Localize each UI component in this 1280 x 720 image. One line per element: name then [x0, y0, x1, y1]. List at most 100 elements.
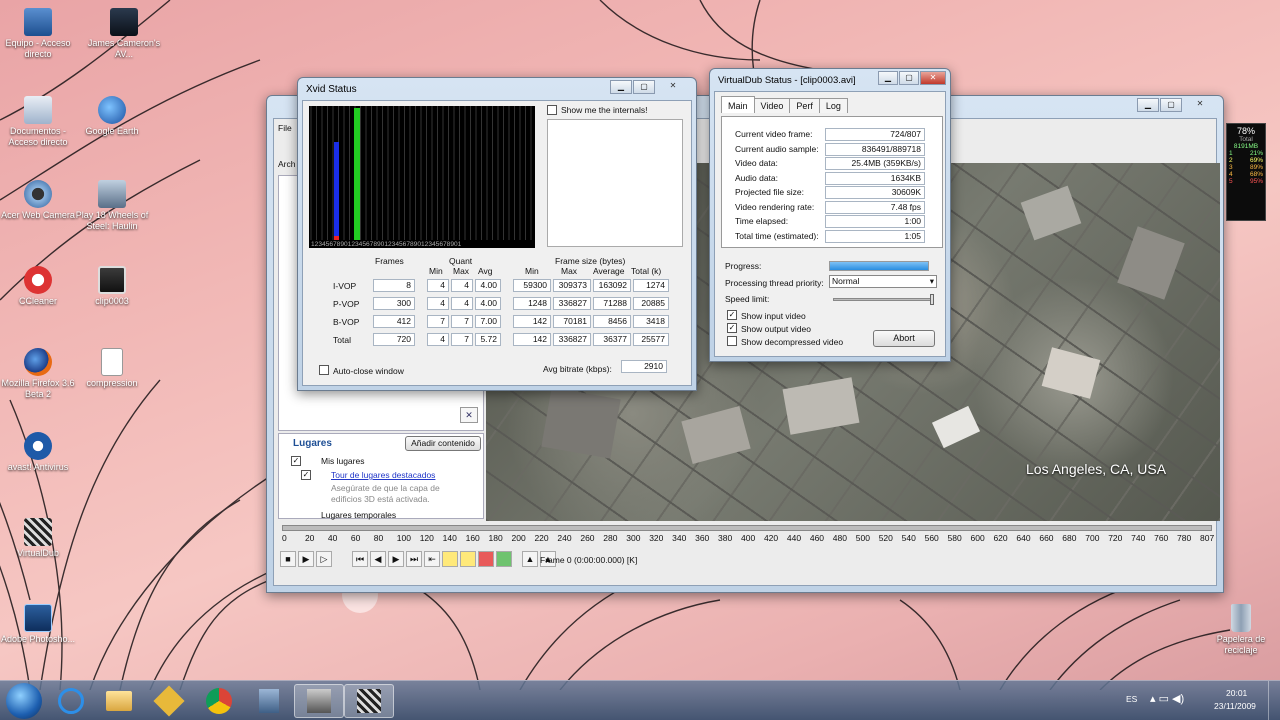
taskbar-ie[interactable]: [46, 684, 96, 718]
avg-bitrate-label: Avg bitrate (kbps):: [543, 364, 612, 374]
start-button[interactable]: [6, 683, 42, 719]
key-button[interactable]: [496, 551, 512, 567]
timeline-tick-label: 100: [396, 533, 411, 543]
key-button[interactable]: [442, 551, 458, 567]
desktop-icon-virtualdub[interactable]: VirtualDub: [0, 518, 76, 559]
tab-main[interactable]: Main: [721, 96, 755, 113]
minimize-button[interactable]: ▁: [878, 71, 898, 85]
close-panel-button[interactable]: ✕: [460, 407, 478, 423]
close-button[interactable]: ✕: [1183, 98, 1217, 112]
add-content-button[interactable]: Añadir contenido: [405, 436, 481, 451]
show-decompressed-label[interactable]: Show decompressed video: [741, 337, 843, 347]
desktop-icon-compression[interactable]: compression: [74, 348, 150, 389]
desktop-icon-firefox[interactable]: Mozilla Firefox 3.6 Beta 2: [0, 348, 76, 400]
maximize-button[interactable]: ▢: [633, 80, 655, 94]
end-button[interactable]: ⏭: [406, 551, 422, 567]
lugares-temporales-item[interactable]: Lugares temporales: [321, 510, 396, 520]
priority-select[interactable]: Normal ▾: [829, 275, 937, 288]
desktop-icon-18-wheels[interactable]: Play 18 Wheels of Steel: Haulin: [74, 180, 150, 232]
stats-cell-smax: 309373: [553, 279, 591, 292]
stop-button[interactable]: ■: [280, 551, 296, 567]
desktop-icon-avast[interactable]: avast! Antivirus: [0, 432, 76, 473]
close-button[interactable]: ✕: [920, 71, 946, 85]
tab-video[interactable]: Video: [753, 98, 791, 113]
desktop-icon-clip0003[interactable]: clip0003: [74, 266, 150, 307]
header-quant: Quant: [449, 256, 473, 266]
taskbar-game[interactable]: [294, 684, 344, 718]
stats-cell-tot: 1274: [633, 279, 669, 292]
header-qmax: Max: [453, 266, 470, 276]
start-button[interactable]: ⏮: [352, 551, 368, 567]
virtualdub-status-window[interactable]: VirtualDub Status - [clip0003.avi] ▁ ▢ ✕…: [709, 68, 951, 362]
mis-lugares-checkbox[interactable]: ✓: [291, 456, 301, 466]
mis-lugares-item[interactable]: Mis lugares: [321, 456, 364, 466]
taskbar-files[interactable]: [244, 684, 294, 718]
taskbar-explorer[interactable]: [94, 684, 144, 718]
slider-thumb[interactable]: [930, 294, 934, 305]
tour-checkbox[interactable]: ✓: [301, 470, 311, 480]
auto-close-label[interactable]: Auto-close window: [333, 366, 404, 376]
stats-row-label: Total: [333, 335, 351, 345]
maximize-button[interactable]: ▢: [899, 71, 919, 85]
menu-arch[interactable]: Arch: [278, 159, 295, 169]
taskbar-chrome[interactable]: [194, 684, 244, 718]
language-indicator[interactable]: ES: [1126, 694, 1137, 704]
minimize-button[interactable]: ▁: [1137, 98, 1159, 112]
show-decompressed-checkbox[interactable]: [727, 336, 737, 346]
show-output-label[interactable]: Show output video: [741, 324, 811, 334]
show-internals-checkbox[interactable]: [547, 105, 557, 115]
abort-button[interactable]: Abort: [873, 330, 935, 347]
maximize-button[interactable]: ▢: [1160, 98, 1182, 112]
desktop-icon-avatar-game[interactable]: James Cameron's AV...: [86, 8, 162, 60]
show-input-label[interactable]: Show input video: [741, 311, 806, 321]
taskbar-virtualdub[interactable]: [344, 684, 394, 718]
speed-slider[interactable]: [833, 294, 934, 305]
prev-frame-button[interactable]: ◀: [370, 551, 386, 567]
desktop-icon-ccleaner[interactable]: CCleaner: [0, 266, 76, 307]
show-internals-label[interactable]: Show me the internals!: [561, 105, 647, 115]
desktop-icon-webcam[interactable]: Acer Web Camera: [0, 180, 76, 221]
documents-icon: [24, 96, 52, 124]
timeline-tick-label: 600: [970, 533, 985, 543]
desktop-icon-documentos[interactable]: Documentos - Acceso directo: [0, 96, 76, 148]
minimize-button[interactable]: ▁: [610, 80, 632, 94]
stats-cell-qmax: 4: [451, 297, 473, 310]
timeline-tick-label: 220: [534, 533, 549, 543]
tab-perf[interactable]: Perf: [789, 98, 820, 113]
clock-date[interactable]: 23/11/2009: [1214, 701, 1256, 711]
stat-value: 7.48 fps: [825, 200, 925, 214]
play-output-button[interactable]: ▷: [316, 551, 332, 567]
stats-cell-frames: 300: [373, 297, 415, 310]
mark-in-button[interactable]: ▲: [522, 551, 538, 567]
prev-key-button[interactable]: ⇤: [424, 551, 440, 567]
play-input-button[interactable]: ▶: [298, 551, 314, 567]
menu-file[interactable]: File: [278, 123, 292, 133]
next-frame-button[interactable]: ▶: [388, 551, 404, 567]
timeline-track[interactable]: [282, 525, 1212, 531]
key-button[interactable]: [478, 551, 494, 567]
desktop-icon-google-earth[interactable]: Google Earth: [74, 96, 150, 137]
timeline-tick-label: 480: [832, 533, 847, 543]
map-location-label: Los Angeles, CA, USA: [1026, 461, 1167, 477]
timeline-tick-label: 360: [695, 533, 710, 543]
timeline-tick-label: 120: [419, 533, 434, 543]
auto-close-checkbox[interactable]: [319, 365, 329, 375]
building: [681, 405, 751, 465]
show-output-checkbox[interactable]: ✓: [727, 323, 737, 333]
stat-label: Time elapsed:: [735, 216, 789, 226]
avi-file-icon: [101, 348, 123, 376]
taskbar-app[interactable]: [144, 684, 194, 718]
close-button[interactable]: ✕: [656, 80, 690, 94]
timeline-tick-label: 60: [350, 533, 361, 543]
desktop-icon-recycle-bin[interactable]: Papelera de reciclaje: [1203, 604, 1279, 656]
xvid-status-window[interactable]: Xvid Status ▁ ▢ ✕ 1234567890123456789012…: [297, 77, 697, 391]
tour-link[interactable]: Tour de lugares destacados: [331, 470, 435, 480]
clock-time[interactable]: 20:01: [1226, 688, 1247, 698]
desktop-icon-photoshop[interactable]: Adobe Photosho...: [0, 604, 76, 645]
key-button[interactable]: [460, 551, 476, 567]
show-desktop-button[interactable]: [1268, 681, 1280, 720]
desktop-icon-equipo[interactable]: Equipo - Acceso directo: [0, 8, 76, 60]
show-input-checkbox[interactable]: ✓: [727, 310, 737, 320]
stats-cell-frames: 720: [373, 333, 415, 346]
tab-log[interactable]: Log: [818, 98, 848, 113]
